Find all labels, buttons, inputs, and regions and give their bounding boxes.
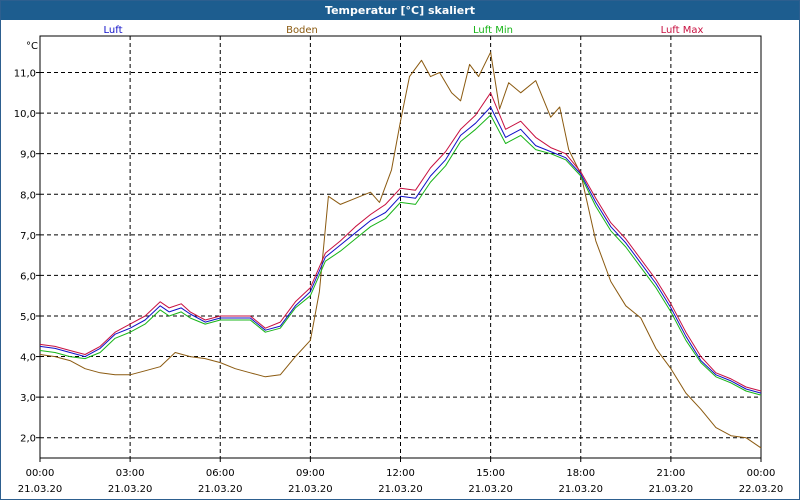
x-tick-date-label: 21.03.20 [649,484,694,495]
y-tick-label: 8,0 [20,190,36,201]
x-tick-date-label: 21.03.20 [18,484,63,495]
gridlines [40,36,761,458]
legend-entry-boden: Boden [286,25,318,36]
x-tick-time-label: 00:00 [747,468,776,479]
x-tick-date-label: 21.03.20 [378,484,423,495]
x-tick-time-label: 09:00 [296,468,325,479]
y-tick-label: 4,0 [20,353,36,364]
chart-canvas: Luft Boden Luft Min Luft Max °C 2,0 3,0 4,… [14,25,784,495]
y-axis-unit-label: °C [26,41,38,52]
y-tick-label: 5,0 [20,312,36,323]
x-tick-date-label: 22.03.20 [739,484,784,495]
axes: 2,0 3,0 4,0 5,0 6,0 7,0 8,0 9,0 10,0 11,0 00:00 21.… [14,35,784,495]
x-tick-time-label: 06:00 [206,468,235,479]
y-tick-label: 11,0 [14,69,36,80]
x-tick-time-label: 03:00 [116,468,145,479]
y-tick-label: 2,0 [20,434,36,445]
legend: Luft Boden Luft Min Luft Max [104,25,704,36]
legend-entry-luft: Luft [104,25,123,36]
y-tick-label: 3,0 [20,393,36,404]
x-tick-date-label: 21.03.20 [198,484,243,495]
y-tick-label: 10,0 [14,109,36,120]
x-tick-time-label: 00:00 [26,468,55,479]
x-tick-date-label: 21.03.20 [558,484,603,495]
y-tick-label: 6,0 [20,271,36,282]
y-tick-label: 7,0 [20,231,36,242]
x-tick-time-label: 18:00 [566,468,595,479]
x-tick-date-label: 21.03.20 [108,484,153,495]
y-tick-label: 9,0 [20,150,36,161]
x-tick-time-label: 12:00 [386,468,415,479]
x-tick-date-label: 21.03.20 [468,484,513,495]
x-tick-time-label: 21:00 [656,468,685,479]
legend-entry-luft-min: Luft Min [473,25,513,36]
x-tick-date-label: 21.03.20 [288,484,333,495]
x-tick-time-label: 15:00 [476,468,505,479]
legend-entry-luft-max: Luft Max [661,25,704,36]
